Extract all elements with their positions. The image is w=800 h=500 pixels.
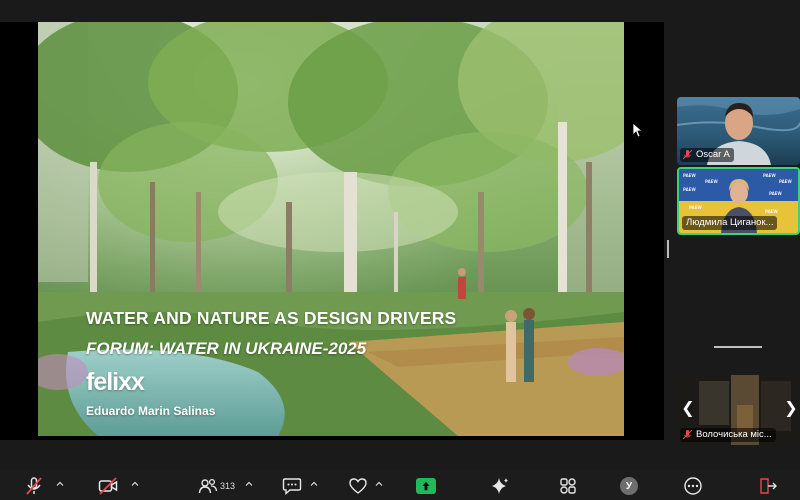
shared-screen-stage[interactable]: WATER AND NATURE AS DESIGN DRIVERS FORUM… (0, 22, 664, 440)
chat-icon (282, 478, 302, 495)
panel-resize-handle[interactable] (667, 240, 669, 258)
chat-options-caret-icon[interactable] (310, 480, 318, 488)
svg-text:PAEW: PAEW (763, 173, 776, 178)
participant-name-liudmyla: Людмила Циганок... (682, 216, 778, 230)
more-button[interactable] (683, 476, 703, 496)
participant-name-volochysk: Волочиська міс... (680, 428, 776, 442)
participant-tile-oscar[interactable]: Oscar A (677, 97, 800, 165)
share-screen-button[interactable] (416, 476, 436, 496)
ai-companion-button[interactable] (490, 476, 510, 496)
participant-tile-volochysk[interactable]: Волочиська міс... (677, 375, 800, 445)
sparkle-icon (492, 478, 508, 494)
video-button[interactable] (98, 476, 118, 496)
meeting-window: WATER AND NATURE AS DESIGN DRIVERS FORUM… (0, 0, 800, 500)
svg-text:PAEW: PAEW (683, 173, 696, 178)
share-screen-icon (416, 478, 436, 494)
apps-icon (560, 478, 576, 494)
participant-tile-liudmyla[interactable]: PAEW PAEW PAEW PAEW PAEW PAEW PAEW PAEW Людмил… (677, 167, 800, 235)
gallery-prev-icon[interactable]: ❮ (681, 401, 695, 417)
presentation-slide: WATER AND NATURE AS DESIGN DRIVERS FORUM… (38, 22, 624, 436)
heart-icon (349, 478, 367, 494)
video-off-icon (98, 477, 118, 495)
svg-text:PAEW: PAEW (705, 179, 718, 184)
meeting-toolbar: 313 У (0, 470, 800, 500)
participants-button[interactable]: 313 (198, 476, 235, 496)
gallery-divider[interactable] (714, 346, 762, 348)
svg-text:PAEW: PAEW (779, 179, 792, 184)
slide-author: Eduardo Marin Salinas (86, 404, 216, 418)
mic-muted-icon (683, 430, 692, 440)
mic-options-caret-icon[interactable] (56, 480, 64, 488)
mouse-cursor-icon (632, 122, 644, 138)
gallery-next-icon[interactable]: ❯ (784, 401, 798, 417)
top-bar (0, 0, 800, 22)
participant-name-label: Oscar A (696, 149, 730, 160)
participant-name-label: Людмила Циганок... (686, 217, 774, 228)
mic-muted-icon (26, 477, 42, 495)
video-options-caret-icon[interactable] (131, 480, 139, 488)
svg-text:PAEW: PAEW (683, 187, 696, 192)
participant-name-label: Волочиська міс... (696, 429, 772, 440)
slide-subtitle: FORUM: WATER IN UKRAINE-2025 (86, 339, 367, 358)
avatar: У (620, 477, 638, 495)
more-icon (684, 477, 702, 495)
participants-icon (198, 478, 218, 494)
profile-avatar-button[interactable]: У (620, 476, 638, 496)
participants-count: 313 (220, 481, 236, 491)
chat-button[interactable] (282, 476, 302, 496)
felixx-logo: felixx (86, 368, 145, 396)
apps-button[interactable] (558, 476, 578, 496)
participants-options-caret-icon[interactable] (245, 480, 253, 488)
reactions-options-caret-icon[interactable] (375, 480, 383, 488)
participant-name-oscar: Oscar A (680, 148, 734, 162)
leave-button[interactable] (758, 476, 778, 496)
svg-text:PAEW: PAEW (765, 209, 778, 214)
svg-text:PAEW: PAEW (689, 205, 702, 210)
slide-title: WATER AND NATURE AS DESIGN DRIVERS (86, 308, 457, 328)
leave-icon (760, 478, 777, 494)
svg-text:PAEW: PAEW (769, 191, 782, 196)
mic-muted-icon (683, 150, 692, 160)
reactions-button[interactable] (348, 476, 368, 496)
mic-button[interactable] (24, 476, 44, 496)
